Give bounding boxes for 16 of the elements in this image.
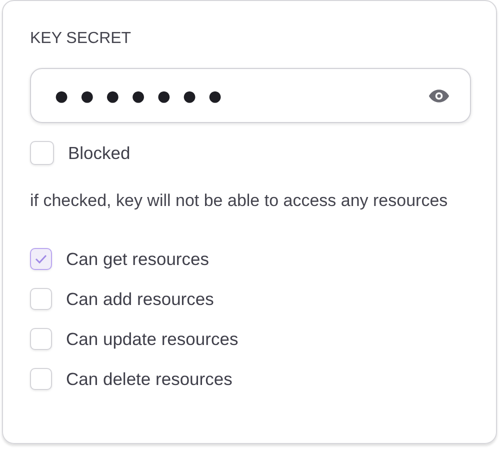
masked-value: ●●●●●●● (55, 86, 236, 104)
check-icon (35, 254, 47, 264)
field-label: KEY SECRET (30, 29, 132, 49)
help-text: if checked, key will not be able to access any resources (30, 190, 449, 212)
checkbox-label: Can delete resources (66, 368, 232, 390)
checkbox[interactable] (30, 368, 52, 390)
checkbox[interactable] (30, 288, 52, 310)
checkbox[interactable] (30, 248, 52, 270)
checkbox[interactable] (30, 141, 54, 165)
checkbox-label: Can add resources (66, 288, 214, 310)
eye-icon[interactable] (428, 88, 450, 104)
checkbox-label: Can get resources (66, 248, 209, 270)
checkbox-label: Blocked (68, 142, 130, 164)
checkbox-label: Can update resources (66, 328, 238, 350)
checkbox[interactable] (30, 328, 52, 350)
password-field[interactable]: ●●●●●●● (30, 68, 471, 123)
